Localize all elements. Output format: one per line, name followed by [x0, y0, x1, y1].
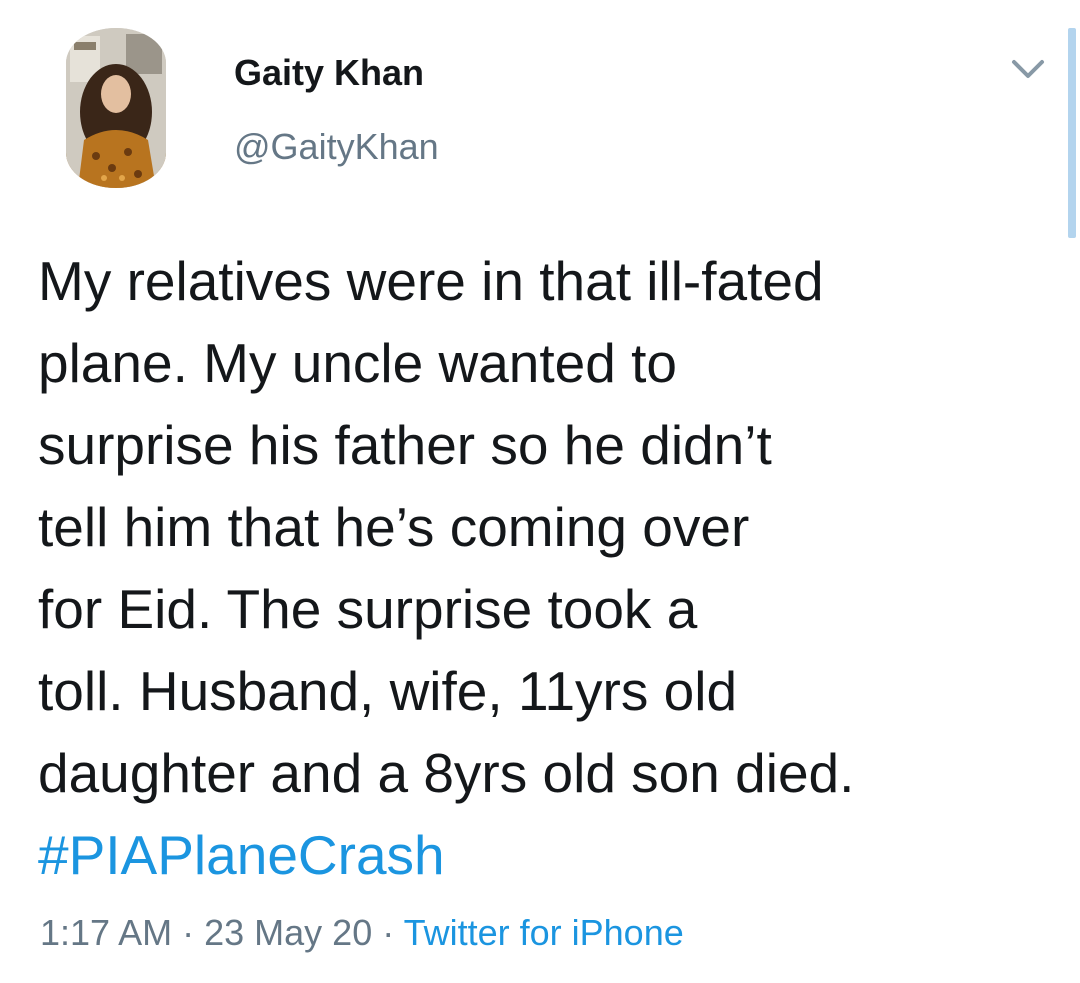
- tweet-text-line: plane. My uncle wanted to: [38, 332, 677, 394]
- tweet-time[interactable]: 1:17 AM: [40, 912, 172, 953]
- tweet-text-line: surprise his father so he didn’t: [38, 414, 772, 476]
- chevron-down-icon[interactable]: [1006, 52, 1050, 88]
- avatar[interactable]: [66, 28, 166, 188]
- tweet-text-line: daughter and a 8yrs old son died.: [38, 742, 855, 804]
- tweet-text-line: for Eid. The surprise took a: [38, 578, 698, 640]
- tweet-text-line: tell him that he’s coming over: [38, 496, 750, 558]
- display-name[interactable]: Gaity Khan: [234, 52, 424, 94]
- hashtag-link[interactable]: #PIAPlaneCrash: [38, 814, 1048, 896]
- user-handle[interactable]: @GaityKhan: [234, 126, 439, 168]
- scroll-indicator: [1068, 28, 1076, 238]
- tweet-date[interactable]: 23 May 20: [204, 912, 372, 953]
- tweet-text: My relatives were in that ill-fated plan…: [38, 240, 1048, 896]
- tweet-source-link[interactable]: Twitter for iPhone: [404, 912, 684, 953]
- tweet-text-line: toll. Husband, wife, 11yrs old: [38, 660, 738, 722]
- tweet-card: Gaity Khan @GaityKhan My relatives were …: [0, 0, 1080, 983]
- tweet-meta: 1:17 AM · 23 May 20 · Twitter for iPhone: [40, 912, 684, 954]
- meta-separator: ·: [382, 912, 395, 953]
- meta-separator: ·: [182, 912, 195, 953]
- profile-photo-icon: [66, 28, 166, 188]
- tweet-text-line: My relatives were in that ill-fated: [38, 250, 824, 312]
